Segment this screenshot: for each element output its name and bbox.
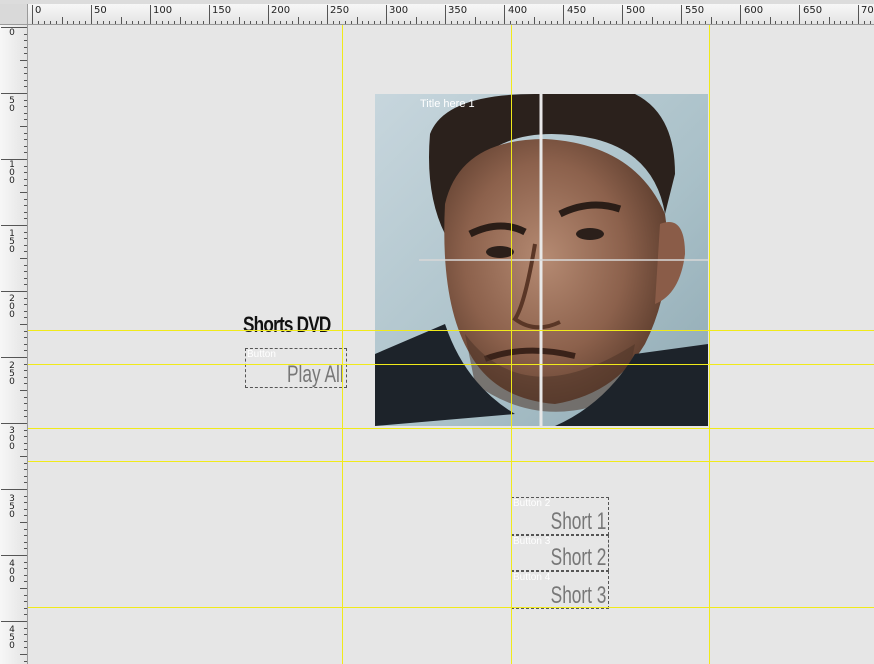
- ruler-v-label-300: 300: [9, 426, 15, 452]
- ruler-h-label-350: 350: [448, 5, 468, 16]
- ruler-v-label-450: 450: [9, 625, 15, 651]
- ruler-h-label-100: 100: [153, 5, 173, 16]
- vertical-guide[interactable]: [709, 25, 710, 664]
- ruler-v-label-0: 0: [9, 28, 15, 38]
- button-tag: Button 4: [513, 572, 551, 583]
- ruler-h-label-200: 200: [271, 5, 291, 16]
- button-tag: Button: [247, 349, 276, 360]
- ruler-h-label-300: 300: [389, 5, 409, 16]
- menu-canvas[interactable]: Title here 1 Shorts DVD Button Play All …: [28, 25, 874, 664]
- menu-editor-window: 0 50 100 150 200 250 300 350 400 450 500…: [0, 0, 874, 664]
- button-label: Play All: [287, 361, 344, 388]
- short-2-button[interactable]: Button 3 Short 2: [511, 535, 609, 571]
- short-3-button[interactable]: Button 4 Short 3: [511, 571, 609, 609]
- horizontal-guide[interactable]: [28, 461, 874, 462]
- ruler-h-label-700: 70: [861, 5, 874, 16]
- ruler-h-label-650: 650: [803, 5, 823, 16]
- ruler-h-label-600: 600: [744, 5, 764, 16]
- ruler-h-label-150: 150: [212, 5, 232, 16]
- horizontal-guide[interactable]: [28, 364, 874, 365]
- ruler-v-label-150: 150: [9, 229, 15, 255]
- ruler-v-label-350: 350: [9, 494, 15, 520]
- horizontal-guide[interactable]: [28, 428, 874, 429]
- ruler-v-label-200: 200: [9, 294, 15, 320]
- horizontal-guide[interactable]: [28, 607, 874, 608]
- horizontal-ruler[interactable]: 0 50 100 150 200 250 300 350 400 450 500…: [0, 4, 874, 25]
- ruler-h-label-550: 550: [685, 5, 705, 16]
- button-label: Short 3: [550, 582, 606, 609]
- vertical-guide[interactable]: [342, 25, 343, 664]
- menu-title-text[interactable]: Shorts DVD: [243, 312, 331, 338]
- ruler-corner: [0, 4, 28, 25]
- ruler-h-label-0: 0: [35, 5, 42, 16]
- vertical-ruler[interactable]: 0 50 100 150 200 250 300 350 400 450: [0, 25, 28, 664]
- ruler-h-label-50: 50: [94, 5, 107, 16]
- ruler-v-label-50: 50: [9, 96, 15, 114]
- horizontal-guide[interactable]: [28, 330, 874, 331]
- ruler-h-label-450: 450: [567, 5, 587, 16]
- ruler-h-label-400: 400: [508, 5, 528, 16]
- button-tag: Button 2: [513, 498, 551, 509]
- ruler-h-label-500: 500: [626, 5, 646, 16]
- ruler-v-label-250: 250: [9, 361, 15, 387]
- drop-zone-photo[interactable]: Title here 1: [375, 94, 708, 426]
- button-label: Short 2: [550, 544, 606, 571]
- horizontal-ruler-ticks: [32, 5, 871, 24]
- ruler-v-label-400: 400: [9, 559, 15, 585]
- button-tag: Button 3: [513, 536, 551, 547]
- ruler-v-label-100: 100: [9, 160, 15, 186]
- short-1-button[interactable]: Button 2 Short 1: [511, 497, 609, 535]
- vertical-guide[interactable]: [511, 25, 512, 664]
- drop-zone-caption: Title here 1: [420, 98, 475, 110]
- portrait-image: [375, 94, 708, 426]
- ruler-h-label-250: 250: [330, 5, 350, 16]
- button-label: Short 1: [550, 508, 606, 535]
- play-all-button[interactable]: Button Play All: [245, 348, 347, 388]
